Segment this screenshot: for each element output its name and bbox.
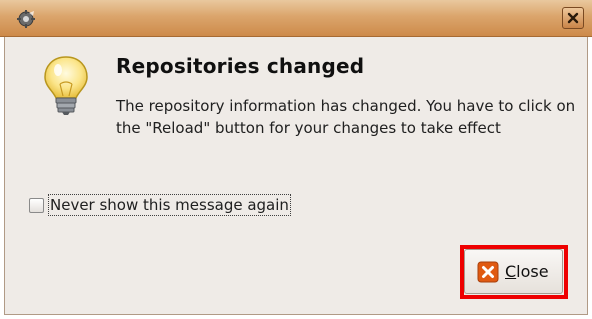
window-close-button[interactable] — [562, 7, 584, 29]
title-bar[interactable] — [0, 0, 592, 37]
gear-icon[interactable] — [15, 9, 37, 29]
close-button-mnemonic: C — [505, 262, 517, 281]
close-button-label-rest: lose — [516, 262, 549, 281]
close-icon — [567, 12, 579, 24]
never-show-again-checkbox[interactable] — [29, 197, 44, 213]
dialog-message: The repository information has changed. … — [116, 97, 576, 137]
close-button-label: Close — [505, 262, 549, 281]
close-button[interactable]: Close — [464, 249, 563, 294]
dialog-heading: Repositories changed — [116, 54, 365, 78]
never-show-again-row[interactable]: Never show this message again — [29, 193, 291, 217]
dialog-window: Repositories changed The repository info… — [0, 0, 592, 319]
close-button-icon — [477, 261, 499, 282]
never-show-again-label[interactable]: Never show this message again — [48, 194, 291, 216]
lightbulb-icon — [44, 56, 88, 115]
